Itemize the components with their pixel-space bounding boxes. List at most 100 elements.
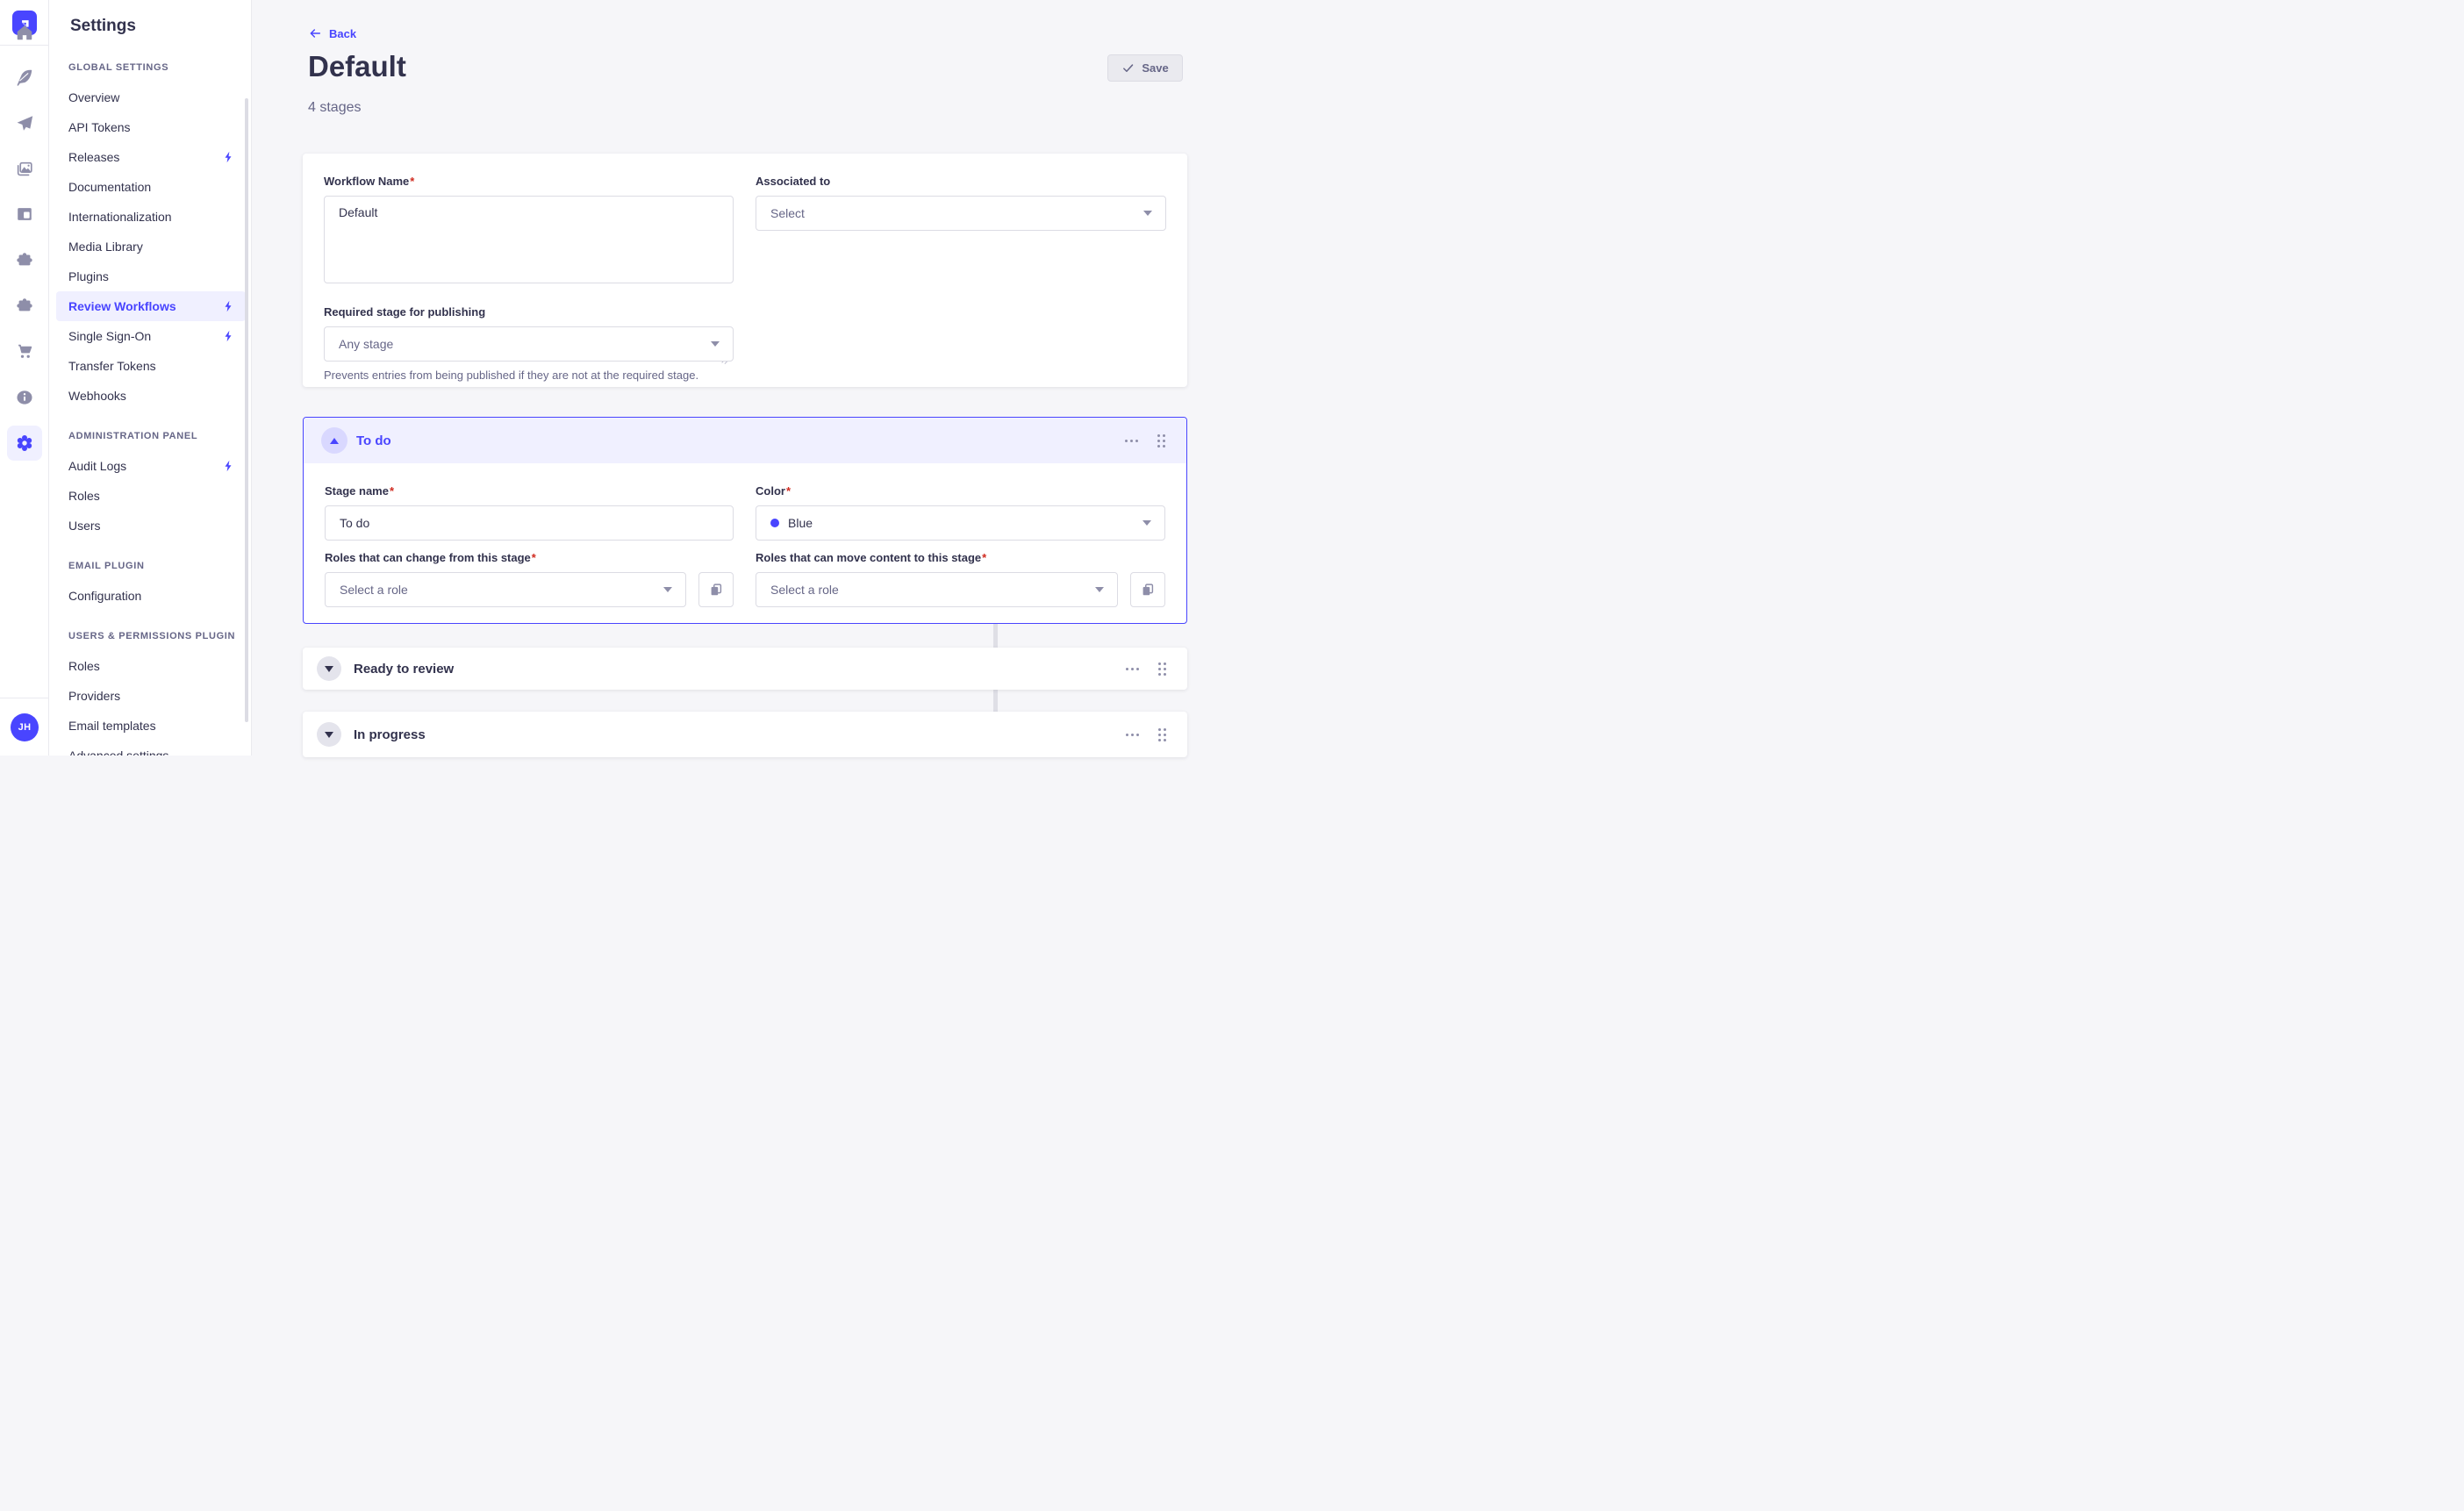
stage-menu-button[interactable]	[1124, 662, 1141, 676]
stage-card-ready-to-review[interactable]: Ready to review	[303, 648, 1187, 690]
sidebar-item-internationalization[interactable]: Internationalization	[56, 202, 246, 232]
expand-button[interactable]	[317, 722, 341, 747]
cart-icon	[15, 341, 34, 361]
info-icon	[15, 388, 34, 407]
rail-home-button[interactable]	[7, 15, 42, 50]
chevron-down-icon	[663, 587, 672, 592]
sidebar-item-plugins[interactable]: Plugins	[56, 261, 246, 291]
duplicate-roles-from-button[interactable]	[698, 572, 734, 607]
sidebar-item-up-roles[interactable]: Roles	[56, 651, 246, 681]
arrow-left-icon	[308, 26, 322, 40]
workflow-name-wrapper: Default	[324, 189, 734, 288]
stage-card-todo: To do Stage name* Color* Blue	[303, 417, 1187, 624]
sidebar-item-up-advanced-settings[interactable]: Advanced settings	[56, 741, 246, 756]
rail-content-type-builder-button[interactable]	[7, 60, 42, 95]
sidebar-item-media-library[interactable]: Media Library	[56, 232, 246, 261]
chevron-down-icon	[1142, 520, 1151, 526]
sidebar-item-audit-logs[interactable]: Audit Logs	[56, 451, 246, 481]
chevron-down-icon	[325, 732, 333, 738]
chevron-down-icon	[325, 666, 333, 672]
main-content: Back Default 4 stages Save Workflow Name…	[252, 0, 1232, 756]
chevron-down-icon	[1095, 587, 1104, 592]
puzzle-icon	[15, 296, 34, 315]
back-link[interactable]: Back	[308, 26, 356, 40]
sidebar-item-documentation[interactable]: Documentation	[56, 172, 246, 202]
sidebar-item-up-email-templates[interactable]: Email templates	[56, 711, 246, 741]
drag-handle[interactable]	[1154, 431, 1169, 451]
roles-from-label: Roles that can change from this stage*	[325, 551, 734, 565]
sidebar-item-transfer-tokens[interactable]: Transfer Tokens	[56, 351, 246, 381]
rail-content-manager-button[interactable]	[7, 197, 42, 232]
stage-card-in-progress[interactable]: In progress	[303, 712, 1187, 757]
rail-purchase-button[interactable]	[7, 333, 42, 369]
lightning-icon	[222, 330, 235, 343]
sidebar-item-single-sign-on[interactable]: Single Sign-On	[56, 321, 246, 351]
required-asterisk: *	[786, 484, 791, 498]
stage-title: Ready to review	[354, 662, 454, 677]
sidebar-item-admin-roles[interactable]: Roles	[56, 481, 246, 511]
gear-icon	[14, 433, 35, 454]
color-select[interactable]: Blue	[756, 505, 1165, 541]
images-icon	[15, 160, 34, 179]
layout-icon	[15, 204, 34, 224]
lightning-icon	[222, 460, 235, 473]
required-asterisk: *	[410, 175, 414, 188]
sidebar-item-overview[interactable]: Overview	[56, 82, 246, 112]
workflow-settings-card: Workflow Name* Default Required stage fo…	[303, 154, 1187, 387]
sidebar-scrollbar[interactable]	[245, 98, 248, 722]
rail-marketplace-button[interactable]	[7, 288, 42, 323]
sidebar-item-webhooks[interactable]: Webhooks	[56, 381, 246, 411]
rail-releases-button[interactable]	[7, 106, 42, 141]
feather-icon	[15, 68, 34, 87]
required-stage-select[interactable]: Any stage	[324, 326, 734, 362]
roles-to-select[interactable]: Select a role	[756, 572, 1118, 607]
stage-menu-button[interactable]	[1124, 728, 1141, 741]
sidebar-nav-list: GLOBAL SETTINGS Overview API Tokens Rele…	[56, 61, 246, 756]
sidebar-item-email-configuration[interactable]: Configuration	[56, 581, 246, 611]
sidebar-item-up-providers[interactable]: Providers	[56, 681, 246, 711]
stage-connector	[993, 622, 998, 649]
roles-to-label: Roles that can move content to this stag…	[756, 551, 1165, 565]
section-administration-panel: ADMINISTRATION PANEL	[56, 430, 246, 442]
lightning-icon	[222, 151, 235, 164]
section-email-plugin: EMAIL PLUGIN	[56, 560, 246, 572]
color-label: Color*	[756, 484, 1165, 498]
stage-title: In progress	[354, 727, 426, 742]
copy-icon	[1140, 582, 1156, 598]
sidebar-item-admin-users[interactable]: Users	[56, 511, 246, 541]
paper-plane-icon	[15, 114, 34, 133]
stage-name-label: Stage name*	[325, 484, 734, 498]
workflow-name-textarea[interactable]: Default	[324, 196, 734, 283]
user-avatar[interactable]: JH	[11, 713, 39, 741]
rail-media-library-button[interactable]	[7, 152, 42, 187]
duplicate-roles-to-button[interactable]	[1130, 572, 1165, 607]
copy-icon	[708, 582, 724, 598]
rail-plugins-button[interactable]	[7, 242, 42, 277]
stage-name-input[interactable]	[325, 505, 734, 541]
sidebar-item-api-tokens[interactable]: API Tokens	[56, 112, 246, 142]
associated-to-select[interactable]: Select	[756, 196, 1166, 231]
page-title: Default	[308, 50, 406, 83]
collapse-button[interactable]	[321, 427, 347, 454]
sidebar-item-review-workflows[interactable]: Review Workflows	[56, 291, 246, 321]
drag-handle[interactable]	[1155, 725, 1170, 745]
stage-connector	[993, 690, 998, 713]
sidebar-item-releases[interactable]: Releases	[56, 142, 246, 172]
expand-button[interactable]	[317, 656, 341, 681]
workflow-name-label: Workflow Name*	[324, 175, 734, 189]
rail-settings-button[interactable]	[7, 426, 42, 461]
icon-rail: JH	[0, 0, 49, 756]
required-stage-helper: Prevents entries from being published if…	[324, 369, 734, 382]
chevron-down-icon	[711, 341, 720, 347]
drag-handle[interactable]	[1155, 659, 1170, 679]
chevron-down-icon	[1143, 211, 1152, 216]
roles-from-select[interactable]: Select a role	[325, 572, 686, 607]
chevron-up-icon	[330, 438, 339, 444]
stage-todo-header[interactable]: To do	[304, 418, 1186, 463]
required-asterisk: *	[982, 551, 986, 564]
lightning-icon	[222, 300, 235, 313]
save-button[interactable]: Save	[1107, 54, 1183, 82]
stage-menu-button[interactable]	[1123, 434, 1140, 448]
rail-information-button[interactable]	[7, 380, 42, 415]
required-asterisk: *	[532, 551, 536, 564]
